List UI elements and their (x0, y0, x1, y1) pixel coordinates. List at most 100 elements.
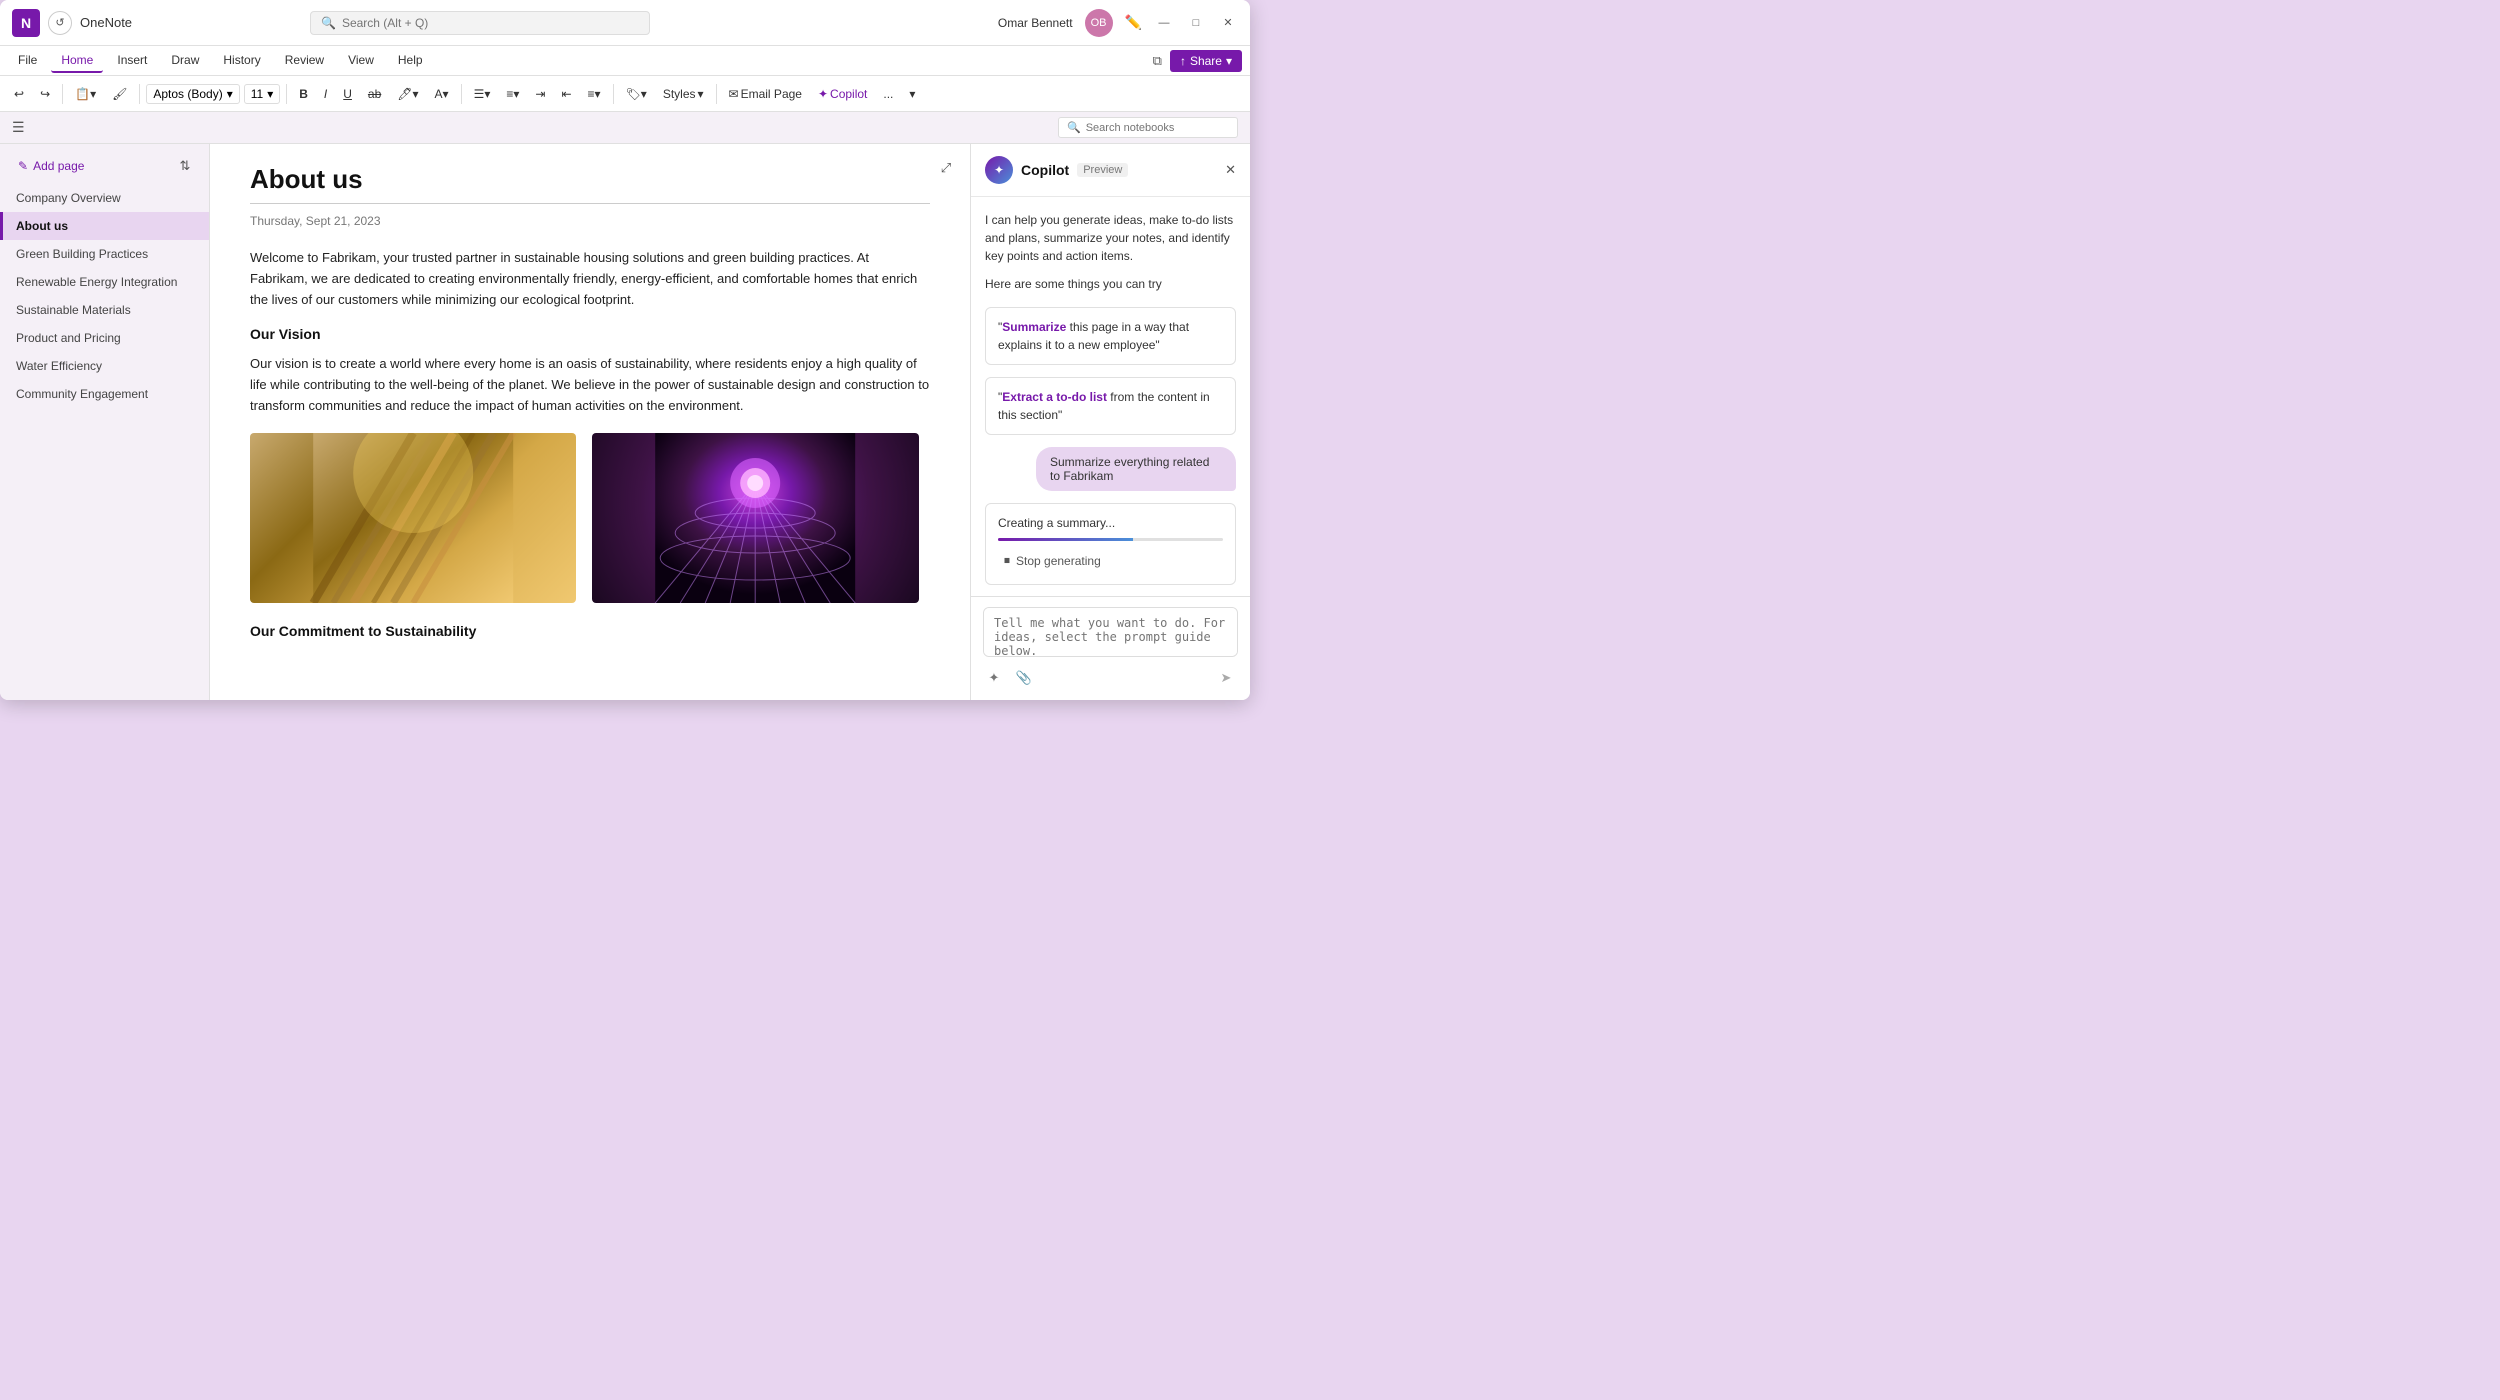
sep5 (613, 84, 614, 104)
font-size: 11 (251, 87, 263, 101)
expand-button[interactable]: ⤢ (934, 156, 958, 180)
copilot-body: I can help you generate ideas, make to-d… (971, 197, 1250, 596)
toolbar-right: ⧉ ↑ Share ▾ (1153, 50, 1242, 72)
page-title: About us (250, 164, 930, 195)
copilot-input[interactable] (983, 607, 1238, 657)
user-avatar[interactable]: OB (1085, 9, 1113, 37)
close-button[interactable]: ✕ (1218, 13, 1238, 33)
copilot-suggestion-2-bold: Extract a to-do list (1002, 390, 1107, 404)
email-page-button[interactable]: ✉ Email Page (723, 84, 808, 104)
sidebar-item-community-engagement[interactable]: Community Engagement (0, 380, 209, 408)
add-page-label: Add page (33, 159, 84, 173)
sidebar: ✎ Add page ⇅ Company Overview About us G… (0, 144, 210, 700)
styles-button[interactable]: Styles ▾ (657, 84, 710, 104)
menu-history[interactable]: History (213, 49, 270, 73)
title-bar: N ↺ OneNote 🔍 Omar Bennett OB ✏️ — □ ✕ (0, 0, 1250, 46)
tags-button[interactable]: 🏷▾ (620, 84, 653, 104)
section-heading-sustainability: Our Commitment to Sustainability (250, 623, 930, 639)
copilot-icon: ✦ (985, 156, 1013, 184)
sidebar-item-water-efficiency[interactable]: Water Efficiency (0, 352, 209, 380)
copy-icon[interactable]: ⧉ (1153, 53, 1162, 69)
global-search[interactable]: 🔍 (310, 11, 650, 35)
bold-button[interactable]: B (293, 84, 314, 104)
image-dome-architecture (592, 433, 918, 603)
copilot-panel: ✦ Copilot Preview ✕ I can help you gener… (970, 144, 1250, 700)
search-notebooks-input[interactable] (1086, 122, 1229, 134)
font-name: Aptos (Body) (153, 87, 222, 101)
styles-chevron-icon: ▾ (698, 87, 704, 101)
generating-text: Creating a summary... (998, 516, 1223, 530)
attach-icon[interactable]: 📎 (1013, 667, 1035, 689)
menu-draw[interactable]: Draw (161, 49, 209, 73)
sidebar-item-company-overview[interactable]: Company Overview (0, 184, 209, 212)
sort-button[interactable]: ⇅ (173, 154, 197, 178)
copilot-suggestion-2[interactable]: "Extract a to-do list from the content i… (985, 377, 1236, 435)
menu-home[interactable]: Home (51, 49, 103, 73)
menu-file[interactable]: File (8, 49, 47, 73)
progress-bar (998, 538, 1223, 541)
global-search-input[interactable] (342, 16, 639, 30)
copilot-header: ✦ Copilot Preview ✕ (971, 144, 1250, 197)
search-notebooks[interactable]: 🔍 (1058, 117, 1238, 138)
redo-button[interactable]: ↪ (34, 84, 56, 104)
more-button[interactable]: ... (877, 84, 899, 104)
numbering-button[interactable]: ≡▾ (500, 84, 525, 104)
sidebar-item-sustainable-materials[interactable]: Sustainable Materials (0, 296, 209, 324)
sidebar-item-about-us[interactable]: About us (0, 212, 209, 240)
bullets-button[interactable]: ☰▾ (468, 84, 497, 104)
align-button[interactable]: ≡▾ (582, 84, 607, 104)
font-size-selector[interactable]: 11 ▾ (244, 84, 281, 104)
highlight-button[interactable]: 🖊▾ (391, 84, 424, 104)
menu-view[interactable]: View (338, 49, 384, 73)
copilot-close-button[interactable]: ✕ (1225, 162, 1236, 178)
main-area: ✎ Add page ⇅ Company Overview About us G… (0, 144, 1250, 700)
sidebar-item-green-building[interactable]: Green Building Practices (0, 240, 209, 268)
sidebar-header: ✎ Add page ⇅ (0, 144, 209, 184)
sep4 (461, 84, 462, 104)
strikethrough-button[interactable]: ab (362, 84, 387, 104)
font-color-button[interactable]: A▾ (429, 84, 455, 104)
app-logo: N (12, 9, 40, 37)
prompt-guide-icon[interactable]: ✦ (983, 667, 1005, 689)
search-icon: 🔍 (321, 16, 336, 30)
send-button[interactable]: ➤ (1214, 666, 1238, 690)
outdent-button[interactable]: ⇤ (555, 84, 577, 104)
add-page-icon: ✎ (18, 159, 28, 173)
styles-label: Styles (663, 87, 696, 101)
menu-review[interactable]: Review (275, 49, 334, 73)
page-date: Thursday, Sept 21, 2023 (250, 214, 930, 228)
hamburger-icon[interactable]: ☰ (12, 119, 25, 136)
underline-button[interactable]: U (337, 84, 358, 104)
email-icon: ✉ (729, 87, 739, 101)
collapse-ribbon-button[interactable]: ▾ (903, 84, 921, 104)
share-button[interactable]: ↑ Share ▾ (1170, 50, 1242, 72)
back-button[interactable]: ↺ (48, 11, 72, 35)
copilot-toolbar-button[interactable]: ✦ Copilot (812, 84, 873, 104)
copilot-preview-badge: Preview (1077, 163, 1128, 177)
sep2 (139, 84, 140, 104)
menu-help[interactable]: Help (388, 49, 433, 73)
progress-fill (998, 538, 1133, 541)
sidebar-item-renewable-energy[interactable]: Renewable Energy Integration (0, 268, 209, 296)
undo-button[interactable]: ↩ (8, 84, 30, 104)
italic-button[interactable]: I (318, 84, 333, 104)
format-painter-button[interactable]: 🖌 (106, 84, 133, 104)
maximize-button[interactable]: □ (1186, 13, 1206, 33)
user-name: Omar Bennett (998, 16, 1073, 30)
stop-label: Stop generating (1016, 554, 1101, 568)
sidebar-item-product-pricing[interactable]: Product and Pricing (0, 324, 209, 352)
menu-bar: File Home Insert Draw History Review Vie… (0, 46, 1250, 76)
stop-generating-button[interactable]: ⏹ Stop generating (998, 549, 1223, 572)
menu-insert[interactable]: Insert (107, 49, 157, 73)
font-selector[interactable]: Aptos (Body) ▾ (146, 84, 239, 104)
add-page-button[interactable]: ✎ Add page (12, 156, 90, 176)
sep1 (62, 84, 63, 104)
pen-icon[interactable]: ✏️ (1125, 14, 1142, 31)
copilot-title: Copilot (1021, 162, 1069, 178)
copilot-suggestion-1[interactable]: "Summarize this page in a way that expla… (985, 307, 1236, 365)
minimize-button[interactable]: — (1154, 13, 1174, 33)
paste-button[interactable]: 📋▾ (69, 84, 102, 104)
sep6 (716, 84, 717, 104)
page-body-vision: Our vision is to create a world where ev… (250, 354, 930, 416)
indent-button[interactable]: ⇥ (529, 84, 551, 104)
